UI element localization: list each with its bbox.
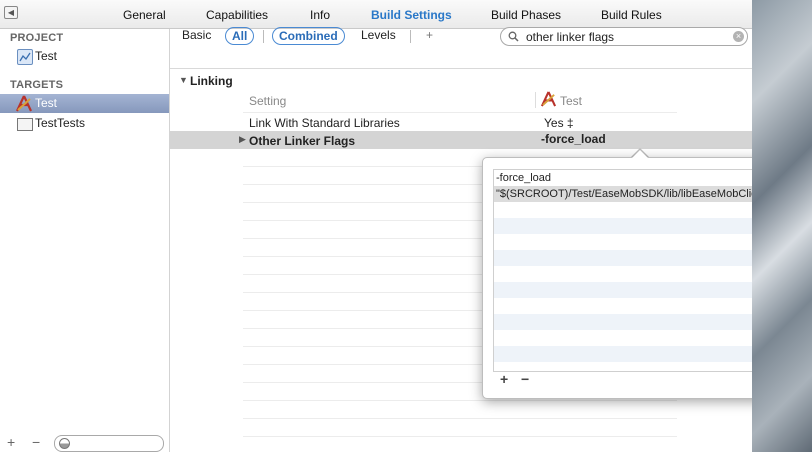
target-label: Test (35, 96, 58, 110)
filter-bar-divider (170, 68, 752, 69)
flags-list-item[interactable]: -force_load (494, 170, 794, 186)
project-sidebar (0, 29, 170, 452)
setting-value-link-standard-libraries[interactable]: Yes ‡ (544, 116, 574, 130)
tab-capabilities[interactable]: Capabilities (206, 8, 268, 22)
filter-divider (263, 30, 264, 43)
test-bundle-icon (17, 118, 33, 131)
add-build-setting-button[interactable]: + (420, 27, 439, 43)
sidebar-item-project[interactable]: Test (35, 47, 57, 66)
basic-filter-button[interactable]: Basic (176, 27, 217, 43)
target-column-icon (540, 91, 557, 110)
setting-value-other-linker-flags[interactable]: -force_load (541, 132, 606, 146)
clear-search-icon[interactable]: × (733, 31, 744, 42)
navigator-toggle-icon[interactable]: ◀ (4, 6, 18, 19)
add-target-button[interactable]: + (7, 434, 15, 450)
section-title: Linking (190, 74, 233, 88)
setting-name-link-standard-libraries: Link With Standard Libraries (249, 116, 400, 130)
tab-build-rules[interactable]: Build Rules (601, 8, 662, 22)
row-divider (243, 112, 677, 113)
build-settings-search-field[interactable]: other linker flags × (500, 27, 748, 46)
sidebar-item-target-testtests[interactable]: TestTests (35, 114, 85, 133)
remove-flag-button[interactable]: − (521, 371, 529, 387)
column-header-target: Test (560, 94, 583, 108)
targets-section-header: TARGETS (10, 79, 64, 91)
combined-filter-button[interactable]: Combined (272, 27, 345, 45)
filter-divider (410, 30, 411, 43)
project-file-icon (17, 49, 33, 65)
filter-icon (59, 438, 70, 449)
setting-name-other-linker-flags: Other Linker Flags (249, 134, 356, 148)
popover-arrow-fill (631, 150, 649, 159)
app-target-icon (15, 95, 33, 118)
row-divider (243, 418, 677, 419)
levels-filter-button[interactable]: Levels (355, 27, 402, 43)
tab-general[interactable]: General (123, 8, 166, 22)
project-section-header: PROJECT (10, 32, 64, 44)
flags-list-item[interactable]: "$(SRCROOT)/Test/EaseMobSDK/lib/libEaseM… (494, 186, 794, 202)
column-header-setting: Setting (249, 94, 287, 108)
column-divider (535, 92, 536, 108)
search-icon (508, 31, 520, 45)
row-divider (243, 400, 677, 401)
all-filter-button[interactable]: All (225, 27, 255, 45)
search-input[interactable]: other linker flags (526, 30, 614, 44)
tab-build-phases[interactable]: Build Phases (491, 8, 561, 22)
tab-build-settings[interactable]: Build Settings (371, 8, 452, 22)
expand-triangle-icon[interactable]: ▶ (239, 134, 246, 145)
desktop-background (752, 0, 812, 452)
remove-target-button[interactable]: − (32, 434, 40, 450)
row-divider (243, 436, 677, 437)
disclosure-triangle-icon[interactable]: ▼ (179, 75, 188, 85)
tab-info[interactable]: Info (310, 8, 330, 22)
add-flag-button[interactable]: + (500, 371, 508, 387)
sidebar-item-target-test[interactable]: Test (0, 94, 169, 113)
sidebar-filter-field[interactable] (54, 435, 164, 452)
